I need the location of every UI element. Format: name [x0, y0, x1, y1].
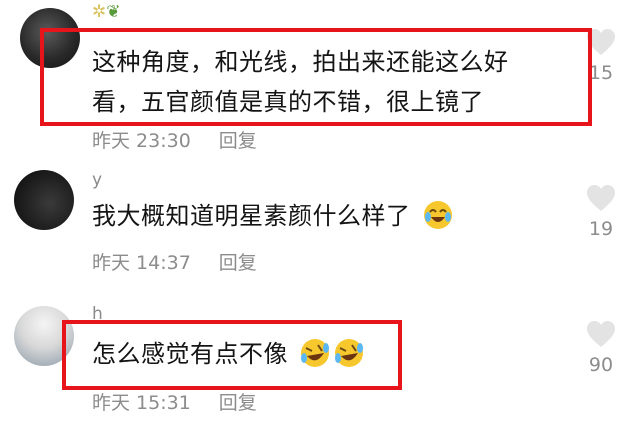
- like-button[interactable]: 15: [576, 28, 626, 84]
- username[interactable]: y: [92, 170, 102, 190]
- like-button[interactable]: 90: [576, 320, 626, 376]
- rofl-emoji-icon: [301, 339, 330, 367]
- avatar[interactable]: [20, 8, 80, 68]
- laugh-cry-emoji-icon: [423, 201, 452, 229]
- comment-meta: 昨天 14:37 回复: [92, 248, 257, 275]
- like-count: 90: [588, 354, 614, 376]
- timestamp: 昨天 14:37: [92, 252, 191, 274]
- timestamp: 昨天 15:31: [92, 392, 191, 414]
- rofl-emoji-icon: [335, 339, 364, 367]
- like-count: 19: [588, 218, 614, 240]
- comment-meta: 昨天 15:31 回复: [92, 388, 257, 415]
- comment-meta: 昨天 23:30 回复: [92, 126, 257, 153]
- comment-text: 这种角度，和光线，拍出来还能这么好 看，五官颜值是真的不错，很上镜了: [92, 48, 509, 116]
- timestamp: 昨天 23:30: [92, 130, 191, 152]
- heart-icon: [587, 185, 615, 211]
- heart-icon: [587, 321, 615, 347]
- reply-button[interactable]: 回复: [219, 252, 257, 274]
- reply-button[interactable]: 回复: [219, 392, 257, 414]
- heart-icon: [587, 29, 615, 55]
- flower-icon: ✲: [92, 2, 107, 22]
- username[interactable]: ✲❦: [92, 2, 121, 22]
- reply-button[interactable]: 回复: [219, 130, 257, 152]
- username[interactable]: h: [92, 304, 103, 324]
- comment-text: 我大概知道明星素颜什么样了: [92, 196, 453, 236]
- leaf-icon: ❦: [106, 2, 121, 22]
- comment-item: h 怎么感觉有点不像 昨天 15:31 回复 90: [0, 290, 638, 428]
- comment-item: ✲❦ 这种角度，和光线，拍出来还能这么好 看，五官颜值是真的不错，很上镜了 昨天…: [0, 0, 638, 160]
- comment-item: y 我大概知道明星素颜什么样了 昨天 14:37 回复 19: [0, 160, 638, 290]
- avatar[interactable]: [14, 306, 74, 366]
- like-button[interactable]: 19: [576, 184, 626, 240]
- avatar[interactable]: [14, 170, 74, 230]
- comment-text: 怎么感觉有点不像: [92, 334, 364, 374]
- like-count: 15: [588, 62, 614, 84]
